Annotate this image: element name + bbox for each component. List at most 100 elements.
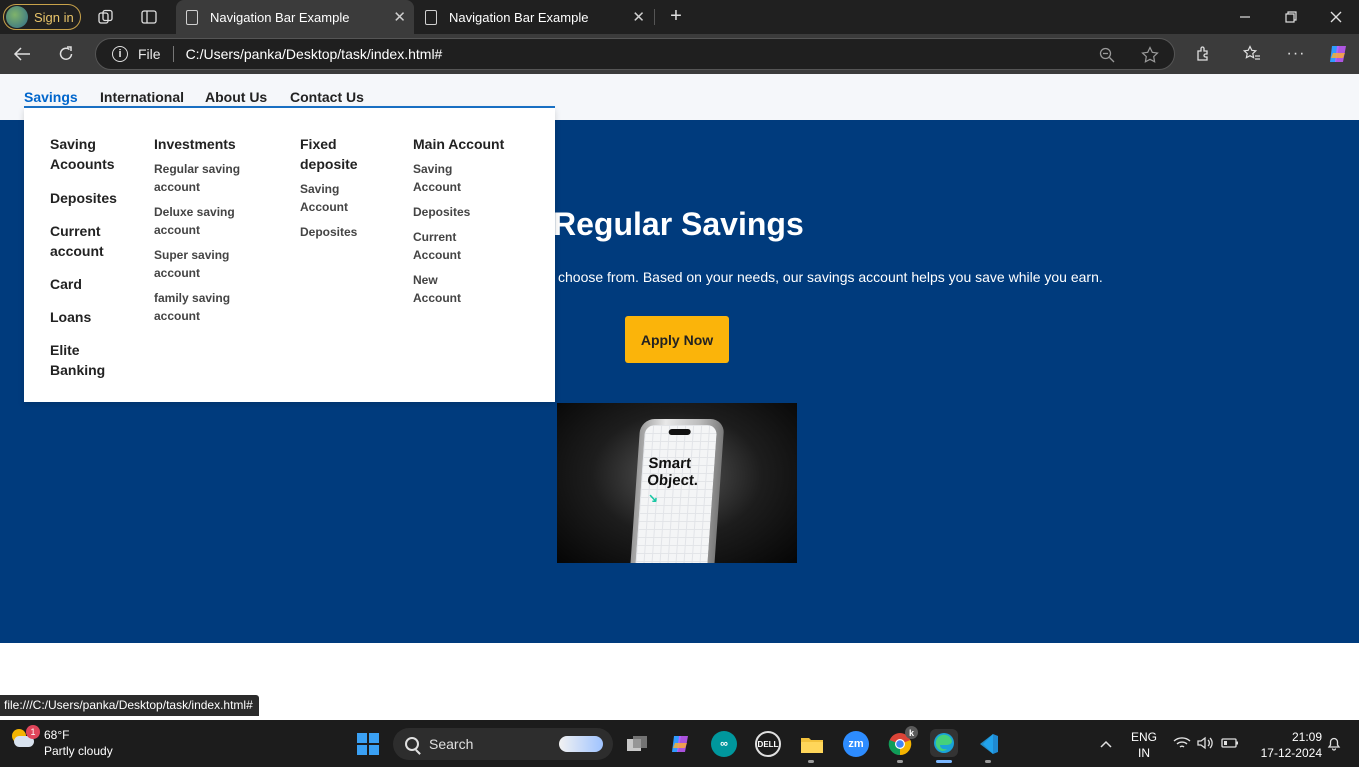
weather-temp: 68°F — [44, 728, 70, 742]
menu-item-main-deposites[interactable]: Deposites — [413, 203, 513, 221]
close-window-icon[interactable] — [1327, 8, 1345, 26]
open-indicator — [808, 760, 814, 763]
file-explorer-icon[interactable] — [799, 731, 825, 757]
info-icon[interactable]: i — [112, 46, 128, 62]
favorites-icon[interactable] — [1242, 44, 1262, 64]
arrow-icon: ↘ — [647, 491, 659, 505]
nav-savings[interactable]: Savings — [24, 89, 78, 105]
hero-title: Regular Savings — [553, 206, 804, 242]
menu-item-deposites[interactable]: Deposites — [50, 188, 140, 208]
menu-item-fd-deposites[interactable]: Deposites — [300, 223, 370, 241]
address-bar[interactable]: i File C:/Users/panka/Desktop/task/index… — [95, 38, 1175, 70]
menu-item-card[interactable]: Card — [50, 274, 140, 294]
menu-item-super-saving[interactable]: Super saving account — [154, 246, 254, 282]
menu-item-deluxe-saving[interactable]: Deluxe saving account — [154, 203, 254, 239]
browser-toolbar: i File C:/Users/panka/Desktop/task/index… — [0, 34, 1359, 74]
menu-item-main-saving-account[interactable]: Saving Account — [413, 160, 473, 196]
favorite-star-icon[interactable] — [1140, 45, 1160, 65]
savings-dropdown-menu: Saving Acoounts Deposites Current accoun… — [24, 108, 555, 402]
status-link-preview: file:///C:/Users/panka/Desktop/task/inde… — [0, 695, 259, 716]
clock[interactable]: 21:09 17-12-2024 — [1252, 729, 1322, 761]
tab-divider — [654, 9, 655, 25]
new-tab-icon[interactable]: + — [666, 5, 686, 27]
dropdown-column-investments: Investments Regular saving account Delux… — [154, 134, 254, 325]
language-code: ENG — [1130, 730, 1157, 744]
hero-description: choose from. Based on your needs, our sa… — [558, 269, 1103, 285]
address-divider — [172, 46, 174, 62]
copilot-icon[interactable] — [1326, 42, 1350, 66]
back-arrow-icon[interactable] — [12, 44, 32, 64]
menu-item-elite-banking[interactable]: Elite Banking — [50, 340, 110, 380]
dropdown-column-fixed-deposite: Fixed deposite Saving Account Deposites — [300, 134, 370, 241]
tab-title: Navigation Bar Example — [449, 9, 589, 25]
nav-contact-us[interactable]: Contact Us — [290, 89, 364, 105]
menu-item-main-new-account[interactable]: New Account — [413, 271, 473, 307]
edge-icon[interactable] — [930, 729, 958, 757]
battery-icon[interactable] — [1220, 734, 1240, 752]
arduino-icon[interactable]: ∞ — [711, 731, 737, 757]
restore-icon[interactable] — [1282, 8, 1300, 26]
language-indicator[interactable]: ENG IN — [1129, 729, 1159, 761]
menu-item-current-account[interactable]: Current account — [50, 221, 140, 261]
chevron-up-icon[interactable] — [1097, 735, 1115, 753]
column-title-main-account: Main Account — [413, 136, 505, 152]
avatar — [6, 6, 28, 28]
sign-in-label: Sign in — [34, 9, 74, 25]
scheme-label: File — [138, 46, 161, 62]
phone-screen: Smart Object. ↘ — [634, 425, 718, 563]
tab-title: Navigation Bar Example — [210, 9, 350, 25]
phone-frame: Smart Object. ↘ — [629, 419, 725, 563]
zoom-out-icon[interactable] — [1098, 46, 1116, 64]
vscode-icon[interactable] — [975, 731, 1001, 757]
refresh-icon[interactable] — [56, 44, 76, 64]
phone-screen-text: Smart Object. — [646, 455, 699, 489]
notifications-icon[interactable] — [1325, 734, 1343, 752]
close-tab-icon[interactable]: ✕ — [393, 8, 406, 26]
taskbar-search[interactable]: Search — [393, 728, 613, 760]
browser-tab-bar: Sign in Navigation Bar Example ✕ Navigat… — [0, 0, 1359, 34]
extensions-icon[interactable] — [1194, 44, 1214, 64]
close-tab-icon[interactable]: ✕ — [632, 8, 645, 26]
phone-notch — [668, 429, 691, 435]
menu-item-regular-saving[interactable]: Regular saving account — [154, 160, 254, 196]
page-icon — [425, 9, 437, 25]
volume-icon[interactable] — [1196, 734, 1216, 752]
tab-navigation-bar-example-2[interactable]: Navigation Bar Example ✕ — [415, 0, 653, 34]
more-options-icon[interactable]: ··· — [1286, 44, 1306, 64]
copilot-taskbar-icon[interactable] — [667, 731, 693, 757]
dell-icon[interactable]: DELL — [755, 731, 781, 757]
minimize-icon[interactable] — [1236, 8, 1254, 26]
language-region: IN — [1138, 746, 1150, 760]
menu-item-family-saving[interactable]: family saving account — [154, 289, 254, 325]
weather-text: 68°F Partly cloudy — [44, 727, 113, 759]
menu-item-loans[interactable]: Loans — [50, 307, 140, 327]
weather-widget[interactable]: 1 68°F Partly cloudy — [10, 725, 113, 759]
dropdown-column-main-account: Main Account Saving Account Deposites Cu… — [413, 134, 513, 307]
search-label: Search — [429, 736, 474, 752]
nav-about-us[interactable]: About Us — [205, 89, 267, 105]
tab-navigation-bar-example-1[interactable]: Navigation Bar Example ✕ — [176, 0, 414, 34]
column-title-investments: Investments — [154, 136, 236, 152]
weather-condition: Partly cloudy — [44, 744, 113, 758]
sign-in-button[interactable]: Sign in — [3, 4, 81, 30]
nav-international[interactable]: International — [100, 89, 184, 105]
menu-item-main-current-account[interactable]: Current Account — [413, 228, 473, 264]
wifi-icon[interactable] — [1172, 734, 1192, 752]
notification-badge: 1 — [26, 725, 40, 739]
vertical-tabs-icon[interactable] — [139, 8, 159, 26]
smartphone-image: Smart Object. ↘ — [557, 403, 797, 563]
profile-badge: k — [905, 726, 918, 739]
workspaces-icon[interactable] — [96, 8, 116, 26]
zoom-app-icon[interactable]: zm — [843, 731, 869, 757]
url-text[interactable]: C:/Users/panka/Desktop/task/index.html# — [186, 46, 443, 62]
task-view-icon[interactable] — [624, 731, 650, 757]
open-indicator — [985, 760, 991, 763]
menu-item-fd-saving-account[interactable]: Saving Account — [300, 180, 370, 216]
active-indicator — [936, 760, 952, 763]
windows-start-icon[interactable] — [355, 731, 381, 757]
search-icon — [405, 737, 419, 751]
clock-date: 17-12-2024 — [1260, 746, 1322, 760]
chrome-icon[interactable]: k — [887, 726, 918, 757]
menu-item-saving-accounts[interactable]: Saving Acoounts — [50, 134, 140, 174]
apply-now-button[interactable]: Apply Now — [625, 316, 729, 363]
